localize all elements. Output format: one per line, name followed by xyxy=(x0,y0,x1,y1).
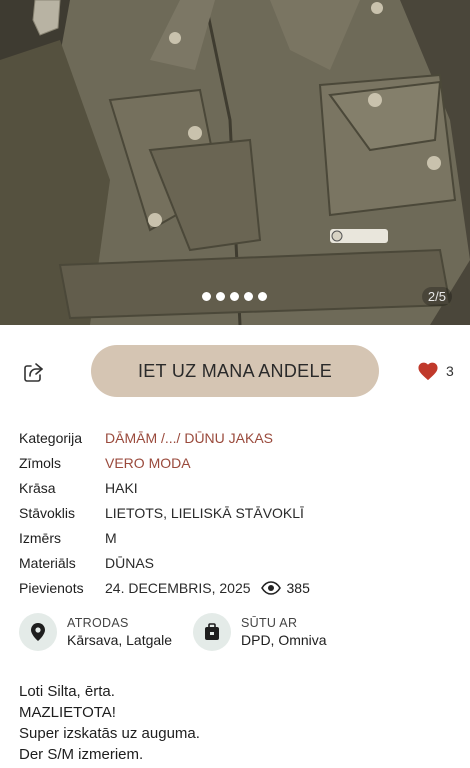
detail-row-material: Materiāls DŪNAS xyxy=(19,550,459,575)
heart-icon xyxy=(418,362,438,381)
product-description: Loti Silta, ērta. MAZLIETOTA! Super izsk… xyxy=(19,681,200,765)
detail-label: Zīmols xyxy=(19,454,61,471)
category-link[interactable]: DĀMĀM /.../ DŪNU JAKAS xyxy=(105,430,273,446)
package-icon xyxy=(193,613,231,651)
gallery-dot[interactable] xyxy=(257,292,267,301)
detail-row-category: Kategorija DĀMĀM /.../ DŪNU JAKAS xyxy=(19,425,459,450)
eye-icon xyxy=(260,580,281,595)
detail-row-color: Krāsa HAKI xyxy=(19,475,459,500)
description-line: Der S/M izmeriem. xyxy=(19,746,144,763)
detail-label: Stāvoklis xyxy=(19,504,76,521)
detail-value: LIETOTS, LIELISKĀ STĀVOKLĪ xyxy=(105,504,304,521)
views-count: 385 xyxy=(286,579,310,596)
gallery-dots xyxy=(0,292,469,301)
likes-count: 3 xyxy=(446,363,454,379)
go-to-andele-button[interactable]: IET UZ MANA ANDELE xyxy=(91,345,379,397)
gallery-dot[interactable] xyxy=(201,292,211,301)
product-photo[interactable]: 2/5 xyxy=(0,0,470,325)
detail-label: Materiāls xyxy=(19,554,76,571)
description-line: Loti Silta, ērta. xyxy=(19,683,115,700)
gallery-counter: 2/5 xyxy=(421,287,452,306)
detail-label: Izmērs xyxy=(19,529,61,546)
detail-label: Kategorija xyxy=(19,429,83,446)
product-details: Kategorija DĀMĀM /.../ DŪNU JAKAS Zīmols… xyxy=(19,425,459,600)
views-counter: 385 xyxy=(260,579,310,596)
detail-value: HAKI xyxy=(105,479,138,496)
detail-row-condition: Stāvoklis LIETOTS, LIELISKĀ STĀVOKLĪ xyxy=(19,500,459,525)
shipping-value: DPD, Omniva xyxy=(241,632,327,648)
detail-value: DŪNAS xyxy=(105,554,155,571)
location-block: ATRODAS Kārsava, Latgale xyxy=(19,613,172,651)
detail-row-size: Izmērs M xyxy=(19,525,459,550)
like-button[interactable]: 3 xyxy=(417,361,454,381)
gallery-dot[interactable] xyxy=(229,292,239,301)
location-pin-icon xyxy=(19,613,57,651)
location-label: ATRODAS xyxy=(67,616,129,630)
gallery-dot[interactable] xyxy=(243,292,253,301)
share-icon[interactable] xyxy=(22,360,46,384)
jacket-image xyxy=(0,0,470,325)
shipping-block: SŪTU AR DPD, Omniva xyxy=(193,613,327,651)
location-value: Kārsava, Latgale xyxy=(67,632,173,648)
detail-label: Krāsa xyxy=(19,479,56,496)
detail-value: 24. DECEMBRIS, 2025 xyxy=(105,579,251,596)
detail-row-brand: Zīmols VERO MODA xyxy=(19,450,459,475)
detail-label: Pievienots xyxy=(19,579,84,596)
brand-link[interactable]: VERO MODA xyxy=(105,455,191,471)
detail-value: M xyxy=(105,529,117,546)
detail-row-added: Pievienots 24. DECEMBRIS, 2025 385 xyxy=(19,575,459,600)
shipping-label: SŪTU AR xyxy=(241,616,298,630)
description-line: MAZLIETOTA! xyxy=(19,704,116,721)
description-line: Super izskatās uz auguma. xyxy=(19,725,200,742)
gallery-dot[interactable] xyxy=(215,292,225,301)
